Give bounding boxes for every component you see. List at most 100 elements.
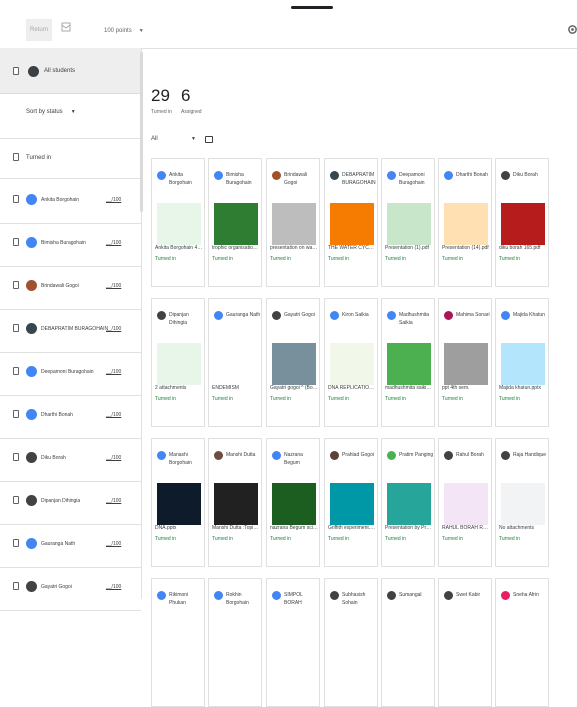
submission-card[interactable]: Raja Handique No attachments Turned in: [495, 438, 549, 567]
attachment-thumbnail[interactable]: [387, 343, 431, 385]
submission-card[interactable]: Prahlad Gogoi Griffith experiment.pptx Tur…: [324, 438, 378, 567]
filter-dropdown[interactable]: All ▼: [151, 136, 196, 142]
attachment-name[interactable]: Majida khatun.pptx: [499, 385, 547, 391]
attachment-thumbnail[interactable]: [387, 203, 431, 245]
attachment-thumbnail[interactable]: [330, 483, 374, 525]
attachment-name[interactable]: ENDEMISM: [212, 385, 260, 391]
attachment-name[interactable]: Gayatri gogoi ^ (Bol p...: [270, 385, 318, 391]
student-row[interactable]: Ankita Borgohain __/100: [0, 180, 141, 224]
attachment-name[interactable]: DNA REPLICATION SE...: [328, 385, 376, 391]
attachment-thumbnail[interactable]: [214, 483, 258, 525]
submission-card[interactable]: Rahul Borah RAHUL BORAH ROL... Turned in: [438, 438, 492, 567]
attachment-name[interactable]: THE WATER CYCLE.p...: [328, 245, 376, 251]
submission-card[interactable]: Subhasish Sohain: [324, 578, 378, 707]
student-checkbox[interactable]: [13, 281, 19, 289]
submission-card[interactable]: Brindawali Gogoi presentation on water ..…: [266, 158, 320, 287]
attachment-thumbnail[interactable]: [330, 203, 374, 245]
attachment-thumbnail[interactable]: [157, 483, 201, 525]
attachment-thumbnail[interactable]: [387, 483, 431, 525]
attachment-name[interactable]: Presentation (14).pdf: [442, 245, 490, 251]
submission-card[interactable]: SIMPOL BORAH: [266, 578, 320, 707]
attachment-name[interactable]: Manshi Dutta :Topic-S...: [212, 525, 260, 531]
attachment-thumbnail[interactable]: [214, 203, 258, 245]
grade-field[interactable]: __/100: [106, 369, 121, 375]
student-row[interactable]: Brindawali Gogoi __/100: [0, 266, 141, 310]
all-students-row[interactable]: All students: [0, 48, 141, 94]
student-row[interactable]: DEBAPRATIM BURAGOHAIN __/100: [0, 309, 141, 353]
student-checkbox[interactable]: [13, 367, 19, 375]
attachment-thumbnail[interactable]: [330, 343, 374, 385]
attachment-thumbnail[interactable]: [444, 343, 488, 385]
student-list-scrollbar[interactable]: [140, 52, 143, 212]
student-row[interactable]: Bimisha Buragohain __/100: [0, 223, 141, 267]
return-button[interactable]: Return: [26, 19, 52, 41]
folder-icon[interactable]: [205, 136, 213, 143]
attachment-thumbnail[interactable]: [214, 343, 258, 385]
submission-card[interactable]: Manshi Dutta Manshi Dutta :Topic-S... Turn…: [208, 438, 262, 567]
attachment-thumbnail[interactable]: [272, 343, 316, 385]
grade-field[interactable]: __/100: [106, 197, 121, 203]
attachment-thumbnail[interactable]: [272, 203, 316, 245]
attachment-name[interactable]: Ankita Borgohain 4th ...: [155, 245, 203, 251]
submission-card[interactable]: Mahima Sonari ppt 4th sem. Turned in: [438, 298, 492, 427]
points-dropdown[interactable]: 100 points ▼: [104, 28, 144, 34]
attachment-thumbnail[interactable]: [157, 203, 201, 245]
submission-card[interactable]: Majida Khatun Majida khatun.pptx Turned in: [495, 298, 549, 427]
student-row[interactable]: Gauranga Nath __/100: [0, 524, 141, 568]
student-checkbox[interactable]: [13, 195, 19, 203]
gear-icon[interactable]: [567, 24, 577, 35]
student-checkbox[interactable]: [13, 539, 19, 547]
attachment-thumbnail[interactable]: [501, 203, 545, 245]
submission-card[interactable]: Diku Borah diku borah 165.pdf Turned in: [495, 158, 549, 287]
submission-card[interactable]: Dipanjan Dihingia 2 attachments Turned in: [151, 298, 205, 427]
student-checkbox[interactable]: [13, 453, 19, 461]
submission-card[interactable]: Rikimoni Phukan: [151, 578, 205, 707]
student-checkbox[interactable]: [13, 496, 19, 504]
submission-card[interactable]: Gauranga Nath ENDEMISM Turned in: [208, 298, 262, 427]
student-checkbox[interactable]: [13, 582, 19, 590]
submission-card[interactable]: Manashi Borgohain DNA.pptx Turned in: [151, 438, 205, 567]
attachment-name[interactable]: 2 attachments: [155, 385, 203, 391]
sort-dropdown[interactable]: Sort by status ▼: [26, 109, 76, 115]
submission-card[interactable]: Bimisha Buragohain trophic organisation P…: [208, 158, 262, 287]
student-row[interactable]: Diku Borah __/100: [0, 438, 141, 482]
student-row[interactable]: Deepamoni Buragohain __/100: [0, 352, 141, 396]
student-checkbox[interactable]: [13, 410, 19, 418]
student-checkbox[interactable]: [13, 238, 19, 246]
attachment-thumbnail[interactable]: [444, 483, 488, 525]
submission-card[interactable]: Ankita Borgohain Ankita Borgohain 4th ...…: [151, 158, 205, 287]
grade-field[interactable]: __/100: [106, 541, 121, 547]
submission-card[interactable]: Swet Kabir: [438, 578, 492, 707]
submission-card[interactable]: Dharthi Bonah Presentation (14).pdf Turned…: [438, 158, 492, 287]
grade-field[interactable]: __/100: [106, 326, 121, 332]
attachment-name[interactable]: ppt 4th sem.: [442, 385, 490, 391]
attachment-name[interactable]: diku borah 165.pdf: [499, 245, 547, 251]
turned-in-checkbox[interactable]: [13, 153, 19, 161]
attachment-name[interactable]: nazrana Begum sci.p...: [270, 525, 318, 531]
submission-card[interactable]: DEBAPRATIM BURAGOHAIN THE WATER CYCLE.p..…: [324, 158, 378, 287]
all-students-checkbox[interactable]: [13, 67, 19, 75]
submission-card[interactable]: Madhushmita Saikia madhushmita saikia.p..…: [381, 298, 435, 427]
attachment-thumbnail[interactable]: [501, 343, 545, 385]
submission-card[interactable]: Deepamoni Buragohain Presentation (1).pdf…: [381, 158, 435, 287]
attachment-name[interactable]: trophic organisation P...: [212, 245, 260, 251]
grade-field[interactable]: __/100: [106, 584, 121, 590]
attachment-name[interactable]: madhushmita saikia.p...: [385, 385, 433, 391]
submission-card[interactable]: Kiron Saikia DNA REPLICATION SE... Turned …: [324, 298, 378, 427]
attachment-thumbnail[interactable]: [157, 343, 201, 385]
student-row[interactable]: Gayatri Gogoi __/100: [0, 567, 141, 611]
submission-card[interactable]: Pratim Panging Presentation by Prati... Tu…: [381, 438, 435, 567]
student-row[interactable]: Dipanjan Dihingia __/100: [0, 481, 141, 525]
attachment-name[interactable]: RAHUL BORAH ROL...: [442, 525, 490, 531]
attachment-name[interactable]: presentation on water ...: [270, 245, 318, 251]
student-row[interactable]: Dharthi Bonah __/100: [0, 395, 141, 439]
grade-field[interactable]: __/100: [106, 412, 121, 418]
attachment-thumbnail[interactable]: [272, 483, 316, 525]
attachment-name[interactable]: No attachments: [499, 525, 547, 531]
submission-card[interactable]: Sneha Afrin: [495, 578, 549, 707]
grade-field[interactable]: __/100: [106, 240, 121, 246]
attachment-name[interactable]: Presentation by Prati...: [385, 525, 433, 531]
attachment-name[interactable]: Griffith experiment.pptx: [328, 525, 376, 531]
grade-field[interactable]: __/100: [106, 455, 121, 461]
submission-card[interactable]: Gayatri Gogoi Gayatri gogoi ^ (Bol p... Tu…: [266, 298, 320, 427]
